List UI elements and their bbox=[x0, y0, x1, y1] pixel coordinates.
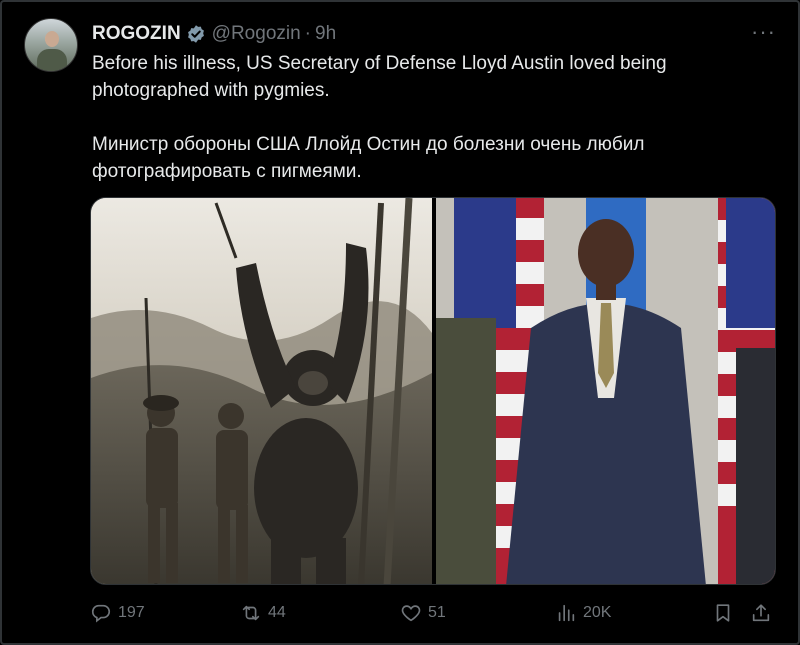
like-button[interactable]: 51 bbox=[400, 598, 446, 628]
avatar-figure-head bbox=[45, 31, 59, 47]
author-handle[interactable]: @Rogozin bbox=[212, 23, 301, 45]
reply-count: 197 bbox=[118, 604, 145, 621]
tweet-text-english: Before his illness, US Secretary of Defe… bbox=[92, 53, 667, 101]
avatar-figure-body bbox=[37, 49, 67, 71]
author-name[interactable]: ROGOZIN bbox=[92, 23, 181, 45]
timestamp[interactable]: 9h bbox=[315, 23, 336, 45]
tweet-actions: 197 44 51 20K bbox=[90, 598, 780, 628]
bookmark-button[interactable] bbox=[712, 598, 734, 628]
more-options-icon[interactable]: ··· bbox=[751, 21, 776, 43]
tweet-media[interactable] bbox=[90, 197, 776, 585]
tweet-text: Before his illness, US Secretary of Defe… bbox=[92, 50, 782, 185]
reply-icon bbox=[91, 604, 111, 623]
repost-button[interactable]: 44 bbox=[240, 598, 286, 628]
views-count: 20K bbox=[583, 604, 612, 621]
avatar[interactable] bbox=[24, 18, 78, 72]
separator-dot: · bbox=[304, 23, 311, 44]
heart-icon bbox=[401, 605, 421, 622]
share-icon bbox=[752, 604, 770, 622]
historical-photo-illustration bbox=[91, 198, 432, 584]
like-count: 51 bbox=[428, 604, 446, 621]
share-button[interactable] bbox=[750, 598, 772, 628]
tweet-text-russian: Министр обороны США Ллойд Остин до болез… bbox=[92, 134, 645, 182]
historical-photo[interactable] bbox=[91, 198, 432, 584]
reply-button[interactable]: 197 bbox=[90, 598, 145, 628]
repost-icon bbox=[242, 605, 260, 621]
flags-photo-illustration bbox=[436, 198, 775, 584]
lloyd-austin-photo[interactable] bbox=[436, 198, 775, 584]
views-button[interactable]: 20K bbox=[555, 598, 611, 628]
bookmark-icon bbox=[716, 604, 730, 622]
repost-count: 44 bbox=[268, 604, 286, 621]
verified-badge-icon[interactable] bbox=[186, 24, 206, 44]
tweet-header: ROGOZIN @Rogozin · 9h bbox=[92, 22, 336, 46]
views-bar-chart-icon bbox=[558, 604, 575, 622]
